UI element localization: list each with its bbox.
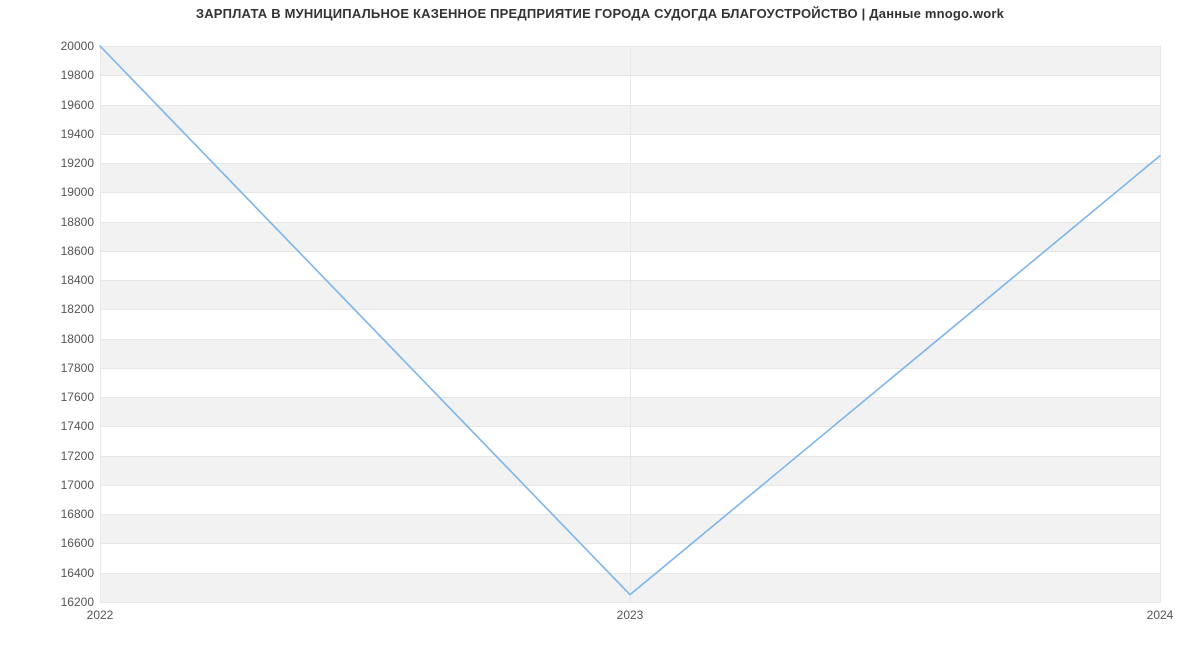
y-tick-label: 19800 xyxy=(14,69,94,81)
x-tick-label: 2024 xyxy=(1147,608,1174,622)
y-tick-label: 20000 xyxy=(14,40,94,52)
line-layer xyxy=(100,46,1160,602)
y-tick-label: 16400 xyxy=(14,567,94,579)
y-gridline xyxy=(100,602,1160,603)
y-tick-label: 19600 xyxy=(14,99,94,111)
y-tick-label: 17800 xyxy=(14,362,94,374)
y-tick-label: 18400 xyxy=(14,274,94,286)
series-line-salary xyxy=(100,46,1160,595)
y-tick-label: 18000 xyxy=(14,333,94,345)
y-tick-label: 16600 xyxy=(14,537,94,549)
y-tick-label: 17600 xyxy=(14,391,94,403)
x-tick-label: 2022 xyxy=(87,608,114,622)
chart-container: ЗАРПЛАТА В МУНИЦИПАЛЬНОЕ КАЗЕННОЕ ПРЕДПР… xyxy=(0,0,1200,650)
y-tick-label: 18200 xyxy=(14,303,94,315)
x-tick-label: 2023 xyxy=(617,608,644,622)
y-tick-label: 19000 xyxy=(14,186,94,198)
x-gridline xyxy=(1160,46,1161,602)
plot-area xyxy=(100,46,1160,603)
y-tick-label: 16800 xyxy=(14,508,94,520)
y-tick-label: 19400 xyxy=(14,128,94,140)
chart-title: ЗАРПЛАТА В МУНИЦИПАЛЬНОЕ КАЗЕННОЕ ПРЕДПР… xyxy=(0,6,1200,21)
y-tick-label: 18600 xyxy=(14,245,94,257)
y-tick-label: 19200 xyxy=(14,157,94,169)
y-tick-label: 17200 xyxy=(14,450,94,462)
y-tick-label: 17400 xyxy=(14,420,94,432)
y-tick-label: 18800 xyxy=(14,216,94,228)
y-tick-label: 16200 xyxy=(14,596,94,608)
y-tick-label: 17000 xyxy=(14,479,94,491)
